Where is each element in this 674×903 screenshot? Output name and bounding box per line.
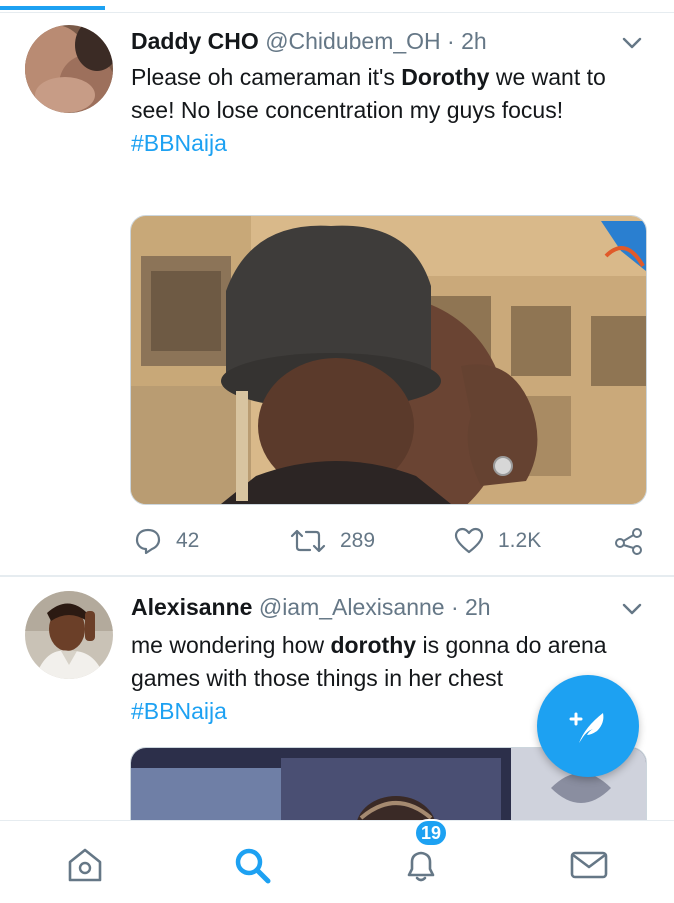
hashtag-link[interactable]: #BBNaija xyxy=(131,698,227,724)
bell-icon xyxy=(407,851,435,882)
retweet-count: 289 xyxy=(340,529,376,552)
tweet-text-highlight: dorothy xyxy=(330,632,417,658)
compose-tweet-button[interactable] xyxy=(537,675,639,777)
like-count: 1.2K xyxy=(498,529,542,552)
user-handle[interactable]: @Chidubem_OH xyxy=(265,28,440,54)
display-name[interactable]: Alexisanne xyxy=(131,594,252,620)
separator-dot: · xyxy=(444,594,466,620)
reply-count: 42 xyxy=(176,529,200,552)
home-icon xyxy=(68,848,102,882)
nav-notifications[interactable] xyxy=(399,843,443,887)
retweet-icon xyxy=(290,529,326,553)
nav-messages[interactable] xyxy=(567,843,611,887)
mail-icon xyxy=(570,851,608,879)
share-button[interactable] xyxy=(614,521,644,561)
heart-icon xyxy=(454,527,484,554)
bottom-navigation: 19 xyxy=(0,819,674,903)
tweet-media-image[interactable] xyxy=(130,215,647,505)
avatar[interactable] xyxy=(25,25,113,113)
tweet-text: Please oh cameraman it's Dorothy we want… xyxy=(131,61,651,160)
tweet-actions: 42 289 1.2K xyxy=(0,521,674,561)
user-handle[interactable]: @iam_Alexisanne xyxy=(259,594,445,620)
display-name[interactable]: Daddy CHO xyxy=(131,28,259,54)
tweet[interactable]: Daddy CHO @Chidubem_OH · 2h Please oh ca… xyxy=(0,13,674,575)
retweet-button[interactable]: 289 xyxy=(290,521,375,561)
avatar[interactable] xyxy=(25,591,113,679)
like-button[interactable]: 1.2K xyxy=(454,521,541,561)
nav-search[interactable] xyxy=(230,843,274,887)
reply-icon xyxy=(135,528,161,555)
compose-feather-icon xyxy=(569,712,604,743)
reply-button[interactable]: 42 xyxy=(134,521,199,561)
share-icon xyxy=(615,528,642,555)
nav-home[interactable] xyxy=(63,843,107,887)
tweet-header: Daddy CHO @Chidubem_OH · 2h xyxy=(131,26,487,56)
tweet-text-part: Please oh cameraman it's xyxy=(131,64,402,90)
timestamp: 2h xyxy=(461,28,487,54)
tweet-text-part: me wondering how xyxy=(131,632,331,658)
tweet-header: Alexisanne @iam_Alexisanne · 2h xyxy=(131,592,491,622)
separator-dot: · xyxy=(440,28,462,54)
chevron-down-icon[interactable] xyxy=(620,31,644,55)
top-tab-strip xyxy=(0,0,674,13)
chevron-down-icon[interactable] xyxy=(620,597,644,621)
hashtag-link[interactable]: #BBNaija xyxy=(131,130,227,156)
active-tab-indicator xyxy=(0,6,105,10)
notifications-badge: 19 xyxy=(414,819,448,847)
tweet-text-highlight: Dorothy xyxy=(401,64,490,90)
search-icon xyxy=(235,848,271,884)
timestamp: 2h xyxy=(465,594,491,620)
